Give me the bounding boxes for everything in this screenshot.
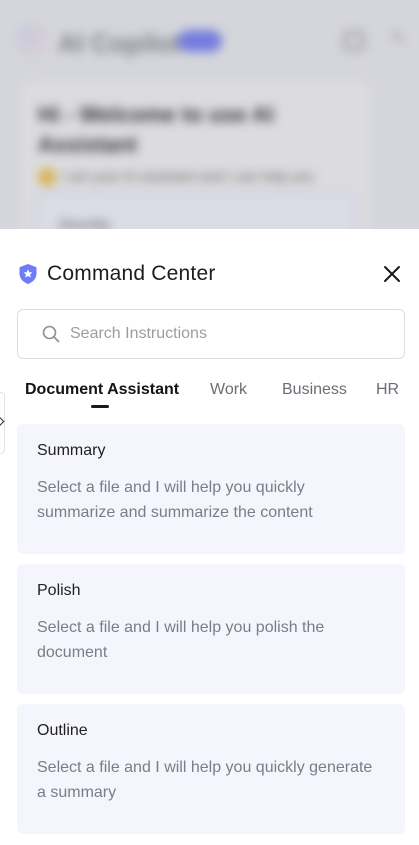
tab-business[interactable]: Business	[282, 381, 347, 399]
chevron-right-icon	[0, 416, 5, 427]
tab-work[interactable]: Work	[210, 381, 247, 399]
card-description: Select a file and I will help you polish…	[37, 619, 325, 661]
active-tab-indicator	[91, 405, 109, 408]
instruction-card-polish[interactable]: Polish Select a file and I will help you…	[17, 564, 405, 694]
card-title: Summary	[37, 442, 106, 459]
card-description: Select a file and I will help you quickl…	[37, 759, 373, 801]
search-icon	[42, 325, 60, 343]
shield-star-icon	[18, 263, 38, 285]
close-button[interactable]	[383, 265, 401, 283]
search-input[interactable]	[70, 325, 370, 343]
card-title: Polish	[37, 582, 81, 599]
card-title: Outline	[37, 722, 88, 739]
search-field[interactable]	[17, 309, 405, 359]
panel-title: Command Center	[47, 262, 216, 285]
card-description: Select a file and I will help you quickl…	[37, 479, 313, 521]
tab-bar: Document Assistant Work Business HR	[0, 378, 419, 412]
tab-hr[interactable]: HR	[376, 381, 399, 399]
instruction-card-summary[interactable]: Summary Select a file and I will help yo…	[17, 424, 405, 554]
close-icon	[384, 266, 400, 282]
tab-document-assistant[interactable]: Document Assistant	[25, 381, 179, 399]
instruction-card-outline[interactable]: Outline Select a file and I will help yo…	[17, 704, 405, 834]
panel-header: Command Center	[18, 262, 216, 286]
